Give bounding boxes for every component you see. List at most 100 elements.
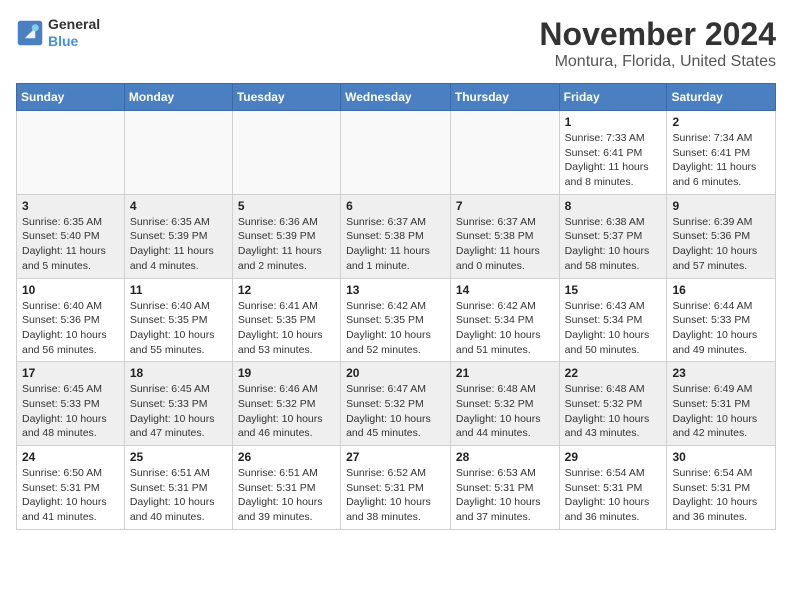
day-info: Sunrise: 6:53 AM Sunset: 5:31 PM Dayligh… [456, 466, 554, 525]
calendar-header: Sunday Monday Tuesday Wednesday Thursday… [17, 84, 776, 111]
day-info: Sunrise: 6:40 AM Sunset: 5:36 PM Dayligh… [22, 299, 119, 358]
table-row: 18 Sunrise: 6:45 AM Sunset: 5:33 PM Dayli… [124, 362, 232, 446]
table-row: 9 Sunrise: 6:39 AM Sunset: 5:36 PM Daylig… [667, 194, 776, 278]
col-tuesday: Tuesday [232, 84, 340, 111]
table-row: 24Sunrise: 6:50 AM Sunset: 5:31 PM Dayli… [17, 446, 125, 530]
day-info: Sunrise: 6:43 AM Sunset: 5:34 PM Dayligh… [565, 299, 662, 358]
calendar-subtitle: Montura, Florida, United States [539, 53, 776, 71]
day-info: Sunrise: 6:35 AM Sunset: 5:39 PM Dayligh… [130, 215, 227, 274]
table-row: 29 Sunrise: 6:54 AM Sunset: 5:31 PM Dayli… [559, 446, 667, 530]
day-number: 1 [565, 115, 662, 129]
table-row: 14 Sunrise: 6:42 AM Sunset: 5:34 PM Dayli… [450, 278, 559, 362]
table-row: 12Sunrise: 6:41 AM Sunset: 5:35 PM Dayli… [232, 278, 340, 362]
table-row: 1 Sunrise: 7:33 AM Sunset: 6:41 PM Daylig… [559, 111, 667, 195]
col-monday: Monday [124, 84, 232, 111]
table-row: 22 Sunrise: 6:48 AM Sunset: 5:32 PM Dayli… [559, 362, 667, 446]
col-friday: Friday [559, 84, 667, 111]
table-row [341, 111, 451, 195]
col-saturday: Saturday [667, 84, 776, 111]
day-number: 30 [672, 450, 770, 464]
day-number: 5 [238, 199, 335, 213]
table-row: 11 Sunrise: 6:40 AM Sunset: 5:35 PM Dayli… [124, 278, 232, 362]
day-info: Sunrise: 7:34 AM Sunset: 6:41 PM Dayligh… [672, 131, 770, 190]
table-row: 15 Sunrise: 6:43 AM Sunset: 5:34 PM Dayli… [559, 278, 667, 362]
calendar-table: Sunday Monday Tuesday Wednesday Thursday… [16, 83, 776, 530]
day-info: Sunrise: 6:44 AM Sunset: 5:33 PM Dayligh… [672, 299, 770, 358]
day-info: Sunrise: 6:39 AM Sunset: 5:36 PM Dayligh… [672, 215, 770, 274]
day-number: 10 [22, 283, 119, 297]
table-row: 19Sunrise: 6:46 AM Sunset: 5:32 PM Dayli… [232, 362, 340, 446]
table-row: 30 Sunrise: 6:54 AM Sunset: 5:31 PM Dayli… [667, 446, 776, 530]
day-number: 6 [346, 199, 445, 213]
day-info: Sunrise: 7:33 AM Sunset: 6:41 PM Dayligh… [565, 131, 662, 190]
table-row: 26 Sunrise: 6:51 AM Sunset: 5:31 PM Dayli… [232, 446, 340, 530]
day-info: Sunrise: 6:45 AM Sunset: 5:33 PM Dayligh… [22, 382, 119, 441]
col-wednesday: Wednesday [341, 84, 451, 111]
title-block: November 2024 Montura, Florida, United S… [539, 16, 776, 71]
day-info: Sunrise: 6:46 AM Sunset: 5:32 PM Dayligh… [238, 382, 335, 441]
day-info: Sunrise: 6:49 AM Sunset: 5:31 PM Dayligh… [672, 382, 770, 441]
day-info: Sunrise: 6:40 AM Sunset: 5:35 PM Dayligh… [130, 299, 227, 358]
day-number: 26 [238, 450, 335, 464]
table-row: 5 Sunrise: 6:36 AM Sunset: 5:39 PM Daylig… [232, 194, 340, 278]
day-number: 2 [672, 115, 770, 129]
day-info: Sunrise: 6:38 AM Sunset: 5:37 PM Dayligh… [565, 215, 662, 274]
table-row: 10 Sunrise: 6:40 AM Sunset: 5:36 PM Dayli… [17, 278, 125, 362]
logo: General Blue [16, 16, 100, 50]
day-number: 17 [22, 366, 119, 380]
day-number: 9 [672, 199, 770, 213]
table-row: 23 Sunrise: 6:49 AM Sunset: 5:31 PM Dayli… [667, 362, 776, 446]
day-info: Sunrise: 6:48 AM Sunset: 5:32 PM Dayligh… [565, 382, 662, 441]
table-row [17, 111, 125, 195]
day-number: 13 [346, 283, 445, 297]
logo-line2: Blue [48, 33, 100, 50]
day-info: Sunrise: 6:51 AM Sunset: 5:31 PM Dayligh… [238, 466, 335, 525]
day-info: Sunrise: 6:48 AM Sunset: 5:32 PM Dayligh… [456, 382, 554, 441]
day-info: Sunrise: 6:42 AM Sunset: 5:34 PM Dayligh… [456, 299, 554, 358]
day-number: 15 [565, 283, 662, 297]
day-number: 28 [456, 450, 554, 464]
day-info: Sunrise: 6:54 AM Sunset: 5:31 PM Dayligh… [565, 466, 662, 525]
table-row: 25Sunrise: 6:51 AM Sunset: 5:31 PM Dayli… [124, 446, 232, 530]
day-number: 18 [130, 366, 227, 380]
day-number: 27 [346, 450, 445, 464]
day-number: 20 [346, 366, 445, 380]
day-number: 21 [456, 366, 554, 380]
table-row [232, 111, 340, 195]
table-row: 4 Sunrise: 6:35 AM Sunset: 5:39 PM Daylig… [124, 194, 232, 278]
table-row: 28 Sunrise: 6:53 AM Sunset: 5:31 PM Dayli… [450, 446, 559, 530]
day-number: 3 [22, 199, 119, 213]
day-number: 29 [565, 450, 662, 464]
day-number: 16 [672, 283, 770, 297]
day-number: 7 [456, 199, 554, 213]
logo-text: General Blue [48, 16, 100, 50]
day-info: Sunrise: 6:50 AM Sunset: 5:31 PM Dayligh… [22, 466, 119, 525]
day-number: 4 [130, 199, 227, 213]
day-number: 8 [565, 199, 662, 213]
day-number: 14 [456, 283, 554, 297]
day-info: Sunrise: 6:45 AM Sunset: 5:33 PM Dayligh… [130, 382, 227, 441]
day-info: Sunrise: 6:35 AM Sunset: 5:40 PM Dayligh… [22, 215, 119, 274]
day-number: 11 [130, 283, 227, 297]
logo-line1: General [48, 16, 100, 33]
table-row: 2 Sunrise: 7:34 AM Sunset: 6:41 PM Daylig… [667, 111, 776, 195]
logo-icon [16, 19, 44, 47]
day-number: 22 [565, 366, 662, 380]
table-row: 8 Sunrise: 6:38 AM Sunset: 5:37 PM Daylig… [559, 194, 667, 278]
day-info: Sunrise: 6:36 AM Sunset: 5:39 PM Dayligh… [238, 215, 335, 274]
table-row: 3 Sunrise: 6:35 AM Sunset: 5:40 PM Daylig… [17, 194, 125, 278]
table-row: 13 Sunrise: 6:42 AM Sunset: 5:35 PM Dayli… [341, 278, 451, 362]
table-row: 6Sunrise: 6:37 AM Sunset: 5:38 PM Daylig… [341, 194, 451, 278]
day-info: Sunrise: 6:42 AM Sunset: 5:35 PM Dayligh… [346, 299, 445, 358]
table-row: 17 Sunrise: 6:45 AM Sunset: 5:33 PM Dayli… [17, 362, 125, 446]
table-row: 7 Sunrise: 6:37 AM Sunset: 5:38 PM Daylig… [450, 194, 559, 278]
col-thursday: Thursday [450, 84, 559, 111]
table-row: 27Sunrise: 6:52 AM Sunset: 5:31 PM Dayli… [341, 446, 451, 530]
day-number: 12 [238, 283, 335, 297]
table-row: 21 Sunrise: 6:48 AM Sunset: 5:32 PM Dayli… [450, 362, 559, 446]
table-row: 16 Sunrise: 6:44 AM Sunset: 5:33 PM Dayli… [667, 278, 776, 362]
day-info: Sunrise: 6:37 AM Sunset: 5:38 PM Dayligh… [456, 215, 554, 274]
day-number: 23 [672, 366, 770, 380]
table-row [124, 111, 232, 195]
day-info: Sunrise: 6:54 AM Sunset: 5:31 PM Dayligh… [672, 466, 770, 525]
